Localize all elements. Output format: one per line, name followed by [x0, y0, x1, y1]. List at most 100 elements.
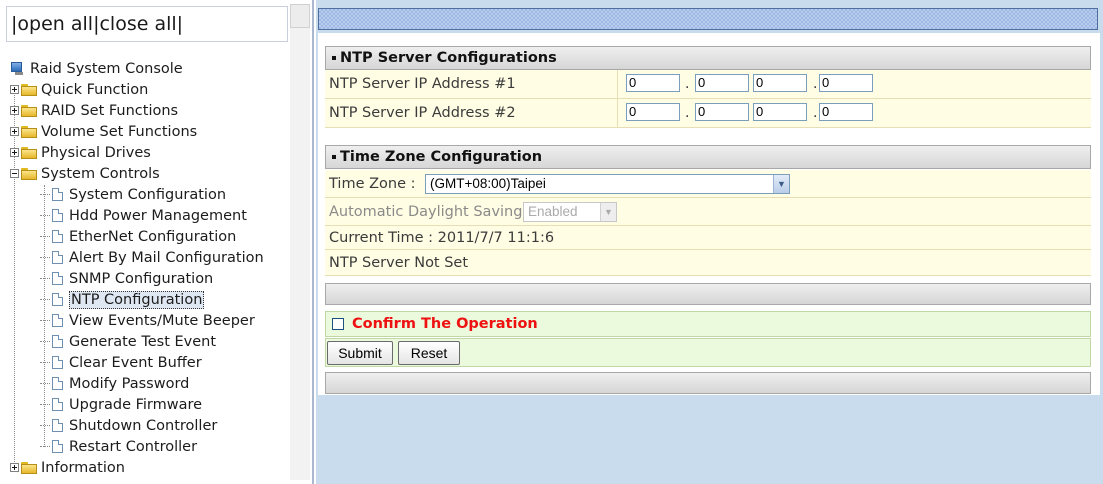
- separator-bar: [325, 283, 1091, 305]
- tree-item-information[interactable]: Information: [10, 457, 125, 478]
- tree-item-label: View Events/Mute Beeper: [69, 312, 255, 329]
- ntp-server-2-octet-2-input[interactable]: 0: [695, 103, 749, 121]
- ntp-server-2-octet-3-input[interactable]: 0: [753, 103, 807, 121]
- tree-item-label: Alert By Mail Configuration: [69, 249, 264, 266]
- bullet-icon: [332, 56, 336, 60]
- folder-icon: [21, 125, 37, 138]
- ntp-section-title: NTP Server Configurations: [340, 50, 557, 66]
- page-icon: [52, 335, 63, 348]
- tree-root-label: Raid System Console: [30, 60, 183, 77]
- expand-plus-icon[interactable]: [10, 127, 19, 136]
- tree-item-modify-password[interactable]: Modify Password: [40, 373, 189, 394]
- tree-item-view-events-mute-beeper[interactable]: View Events/Mute Beeper: [40, 310, 255, 331]
- current-time-text: Current Time : 2011/7/7 11:1:6: [329, 229, 555, 246]
- folder-icon: [21, 461, 37, 474]
- tree-item-label: Physical Drives: [41, 144, 151, 161]
- tree-item-label: RAID Set Functions: [41, 102, 179, 119]
- timezone-section-title: Time Zone Configuration: [340, 149, 543, 165]
- expand-plus-icon[interactable]: [10, 106, 19, 115]
- timezone-select-value: (GMT+08:00)Taipei: [430, 176, 546, 191]
- tree-item-label: Generate Test Event: [69, 333, 217, 350]
- page-icon: [52, 272, 63, 285]
- submit-button[interactable]: Submit: [327, 341, 393, 365]
- tree-item-label: EtherNet Configuration: [69, 228, 237, 245]
- tree-item-label: Restart Controller: [69, 438, 198, 455]
- timezone-select[interactable]: (GMT+08:00)Taipei ▼: [425, 174, 790, 194]
- expand-plus-icon[interactable]: [10, 463, 19, 472]
- tree-item-restart-controller[interactable]: Restart Controller: [40, 436, 197, 457]
- page-icon: [52, 356, 63, 369]
- open-folder-icon: [21, 167, 37, 180]
- expand-plus-icon[interactable]: [10, 85, 19, 94]
- page-icon: [52, 230, 63, 243]
- timezone-label: Time Zone :: [329, 175, 416, 192]
- ntp-server-1-row: NTP Server IP Address #1 0 . 0 . 0 . 0: [325, 70, 1091, 99]
- ntp-status-text: NTP Server Not Set: [329, 254, 469, 271]
- close-all-link[interactable]: close all: [99, 13, 176, 35]
- button-row: Submit Reset: [325, 338, 1091, 367]
- dst-select-value: Enabled: [528, 204, 578, 219]
- scrollbar-thumb[interactable]: [290, 4, 310, 28]
- tree-item-label: SNMP Configuration: [69, 270, 214, 287]
- chevron-down-icon[interactable]: ▼: [773, 175, 789, 193]
- bullet-icon: [332, 155, 336, 159]
- confirm-label: Confirm The Operation: [352, 316, 538, 332]
- dst-label: Automatic Daylight Saving :: [329, 203, 532, 220]
- tree-item-label: Upgrade Firmware: [69, 396, 203, 413]
- ip-dot: .: [813, 76, 818, 92]
- nav-scrollbar[interactable]: [290, 4, 310, 480]
- ntp-server-2-octet-4-input[interactable]: 0: [819, 103, 873, 121]
- current-time-row: Current Time : 2011/7/7 11:1:6: [325, 226, 1091, 250]
- tree-item-label: Hdd Power Management: [69, 207, 247, 224]
- dst-select[interactable]: Enabled ▼: [523, 202, 617, 222]
- tree-item-upgrade-firmware[interactable]: Upgrade Firmware: [40, 394, 202, 415]
- ntp-server-1-octet-1-input[interactable]: 0: [626, 74, 680, 92]
- tree-item-system-controls[interactable]: System Controls: [10, 163, 160, 184]
- column-divider: [617, 99, 618, 127]
- tree-item-ntp-configuration[interactable]: NTP Configuration: [40, 289, 205, 310]
- ntp-server-1-octet-3-input[interactable]: 0: [753, 74, 807, 92]
- tree-item-generate-test-event[interactable]: Generate Test Event: [40, 331, 216, 352]
- tree-item-raid-set-functions[interactable]: RAID Set Functions: [10, 100, 178, 121]
- tree-item-label: System Configuration: [69, 186, 227, 203]
- tree-item-system-configuration[interactable]: System Configuration: [40, 184, 226, 205]
- timezone-row: Time Zone : (GMT+08:00)Taipei ▼: [325, 170, 1091, 198]
- page-icon: [52, 314, 63, 327]
- separator-bar: [325, 372, 1091, 394]
- reset-button[interactable]: Reset: [398, 341, 460, 365]
- tree-item-alert-by-mail-configuration[interactable]: Alert By Mail Configuration: [40, 247, 264, 268]
- page-icon: [52, 188, 63, 201]
- tree-root[interactable]: Raid System Console: [10, 58, 183, 79]
- column-divider: [617, 70, 618, 98]
- ip-dot: .: [813, 105, 818, 121]
- tree-item-label: Volume Set Functions: [41, 123, 198, 140]
- tree-item-physical-drives[interactable]: Physical Drives: [10, 142, 151, 163]
- expand-plus-icon[interactable]: [10, 148, 19, 157]
- ntp-server-1-octet-4-input[interactable]: 0: [819, 74, 873, 92]
- tree-item-label: Modify Password: [69, 375, 190, 392]
- page-icon: [52, 419, 63, 432]
- ntp-config-form: NTP Server Configurations NTP Server IP …: [318, 33, 1100, 395]
- tree-item-shutdown-controller[interactable]: Shutdown Controller: [40, 415, 217, 436]
- open-all-link[interactable]: open all: [17, 13, 93, 35]
- ntp-server-2-octet-1-input[interactable]: 0: [626, 103, 680, 121]
- tree-item-ethernet-configuration[interactable]: EtherNet Configuration: [40, 226, 236, 247]
- navigation-frame: |open all|close all| Raid System Console…: [0, 0, 314, 484]
- open-close-bar: |open all|close all|: [6, 6, 288, 42]
- tree-item-snmp-configuration[interactable]: SNMP Configuration: [40, 268, 213, 289]
- page-icon: [52, 209, 63, 222]
- ip-dot: .: [685, 76, 690, 92]
- tree-item-hdd-power-management[interactable]: Hdd Power Management: [40, 205, 247, 226]
- confirm-row: Confirm The Operation: [325, 311, 1091, 337]
- tree-item-label: Shutdown Controller: [69, 417, 218, 434]
- content-frame: NTP Server Configurations NTP Server IP …: [316, 0, 1103, 484]
- ntp-server-1-octet-2-input[interactable]: 0: [695, 74, 749, 92]
- ntp-section-header: NTP Server Configurations: [325, 46, 1091, 70]
- folder-icon: [21, 104, 37, 117]
- dst-row: Automatic Daylight Saving : Enabled ▼: [325, 198, 1091, 226]
- collapse-minus-icon[interactable]: [10, 169, 19, 178]
- confirm-checkbox[interactable]: [332, 318, 344, 330]
- tree-item-clear-event-buffer[interactable]: Clear Event Buffer: [40, 352, 202, 373]
- tree-item-volume-set-functions[interactable]: Volume Set Functions: [10, 121, 197, 142]
- tree-item-quick-function[interactable]: Quick Function: [10, 79, 148, 100]
